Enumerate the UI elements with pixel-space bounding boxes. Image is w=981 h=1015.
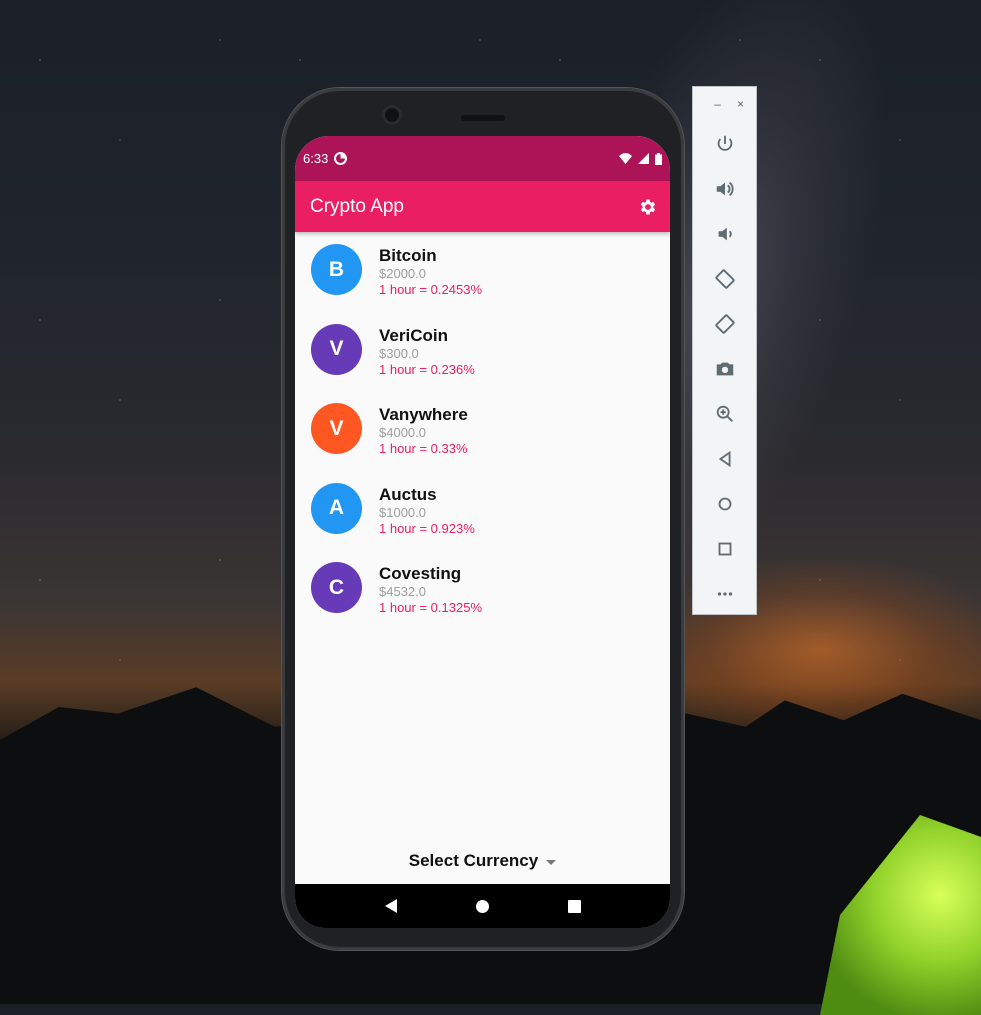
coin-avatar: V: [311, 403, 362, 454]
coin-item-vanywhere[interactable]: V Vanywhere $4000.0 1 hour = 0.33%: [295, 403, 670, 483]
coin-change: 1 hour = 0.923%: [379, 520, 475, 536]
home-icon[interactable]: [693, 481, 756, 526]
rotate-left-icon[interactable]: [693, 256, 756, 301]
phone-screen: 6:33 Crypto App B Bitcoin $2000.0 1 hour…: [295, 136, 670, 928]
coin-list: B Bitcoin $2000.0 1 hour = 0.2453% V Ver…: [295, 232, 670, 642]
emulator-toolbar: – ×: [692, 86, 757, 615]
front-camera: [385, 108, 399, 122]
app-title: Crypto App: [310, 195, 404, 217]
nav-recents-icon[interactable]: [567, 899, 581, 913]
coin-change: 1 hour = 0.33%: [379, 441, 468, 456]
coin-avatar: A: [311, 482, 362, 534]
volume-up-icon[interactable]: [693, 166, 756, 211]
coin-change: 1 hour = 0.236%: [379, 361, 475, 377]
status-bar: 6:33: [295, 136, 670, 181]
nav-back-icon[interactable]: [384, 899, 397, 913]
power-icon[interactable]: [693, 121, 756, 166]
coin-item-covesting[interactable]: C Covesting $4532.0 1 hour = 0.1325%: [295, 562, 670, 642]
rotate-right-icon[interactable]: [693, 301, 756, 346]
coin-change: 1 hour = 0.1325%: [379, 600, 482, 615]
coin-name: VeriCoin: [379, 325, 448, 345]
coin-name: Vanywhere: [379, 405, 468, 424]
currency-dropdown[interactable]: Select Currency: [295, 851, 670, 871]
more-icon[interactable]: [693, 571, 756, 616]
coin-change: 1 hour = 0.2453%: [379, 282, 482, 297]
volume-down-icon[interactable]: [693, 211, 756, 256]
minimize-button[interactable]: –: [714, 97, 721, 111]
coin-price: $4000.0: [379, 425, 426, 440]
settings-gear-icon[interactable]: [638, 197, 658, 217]
battery-icon: [655, 152, 662, 165]
coin-price: $300.0: [379, 345, 419, 361]
app-bar: Crypto App: [295, 181, 670, 232]
coin-item-auctus[interactable]: A Auctus $1000.0 1 hour = 0.923%: [295, 482, 670, 563]
system-nav-bar: [295, 884, 670, 928]
earpiece-speaker: [461, 115, 505, 121]
close-button[interactable]: ×: [737, 97, 744, 111]
camera-icon[interactable]: [693, 346, 756, 391]
back-icon[interactable]: [693, 436, 756, 481]
signal-icon: [638, 153, 649, 164]
coin-price: $4532.0: [379, 584, 426, 599]
coin-avatar: B: [311, 244, 362, 295]
coin-item-vericoin[interactable]: V VeriCoin $300.0 1 hour = 0.236%: [295, 323, 670, 404]
zoom-icon[interactable]: [693, 391, 756, 436]
currency-dropdown-label: Select Currency: [408, 851, 539, 870]
coin-name: Auctus: [379, 484, 437, 504]
overview-icon[interactable]: [693, 526, 756, 571]
coin-item-bitcoin[interactable]: B Bitcoin $2000.0 1 hour = 0.2453%: [295, 244, 670, 324]
coin-name: Covesting: [379, 564, 462, 583]
dropdown-caret-icon: [546, 859, 557, 865]
wifi-icon: [619, 153, 632, 164]
status-time: 6:33: [303, 151, 329, 166]
notification-icon: [334, 152, 348, 165]
coin-avatar: C: [311, 562, 362, 613]
coin-price: $1000.0: [379, 504, 426, 520]
nav-home-icon[interactable]: [475, 899, 489, 913]
coin-avatar: V: [311, 323, 362, 375]
coin-price: $2000.0: [379, 266, 426, 281]
coin-name: Bitcoin: [379, 246, 437, 265]
